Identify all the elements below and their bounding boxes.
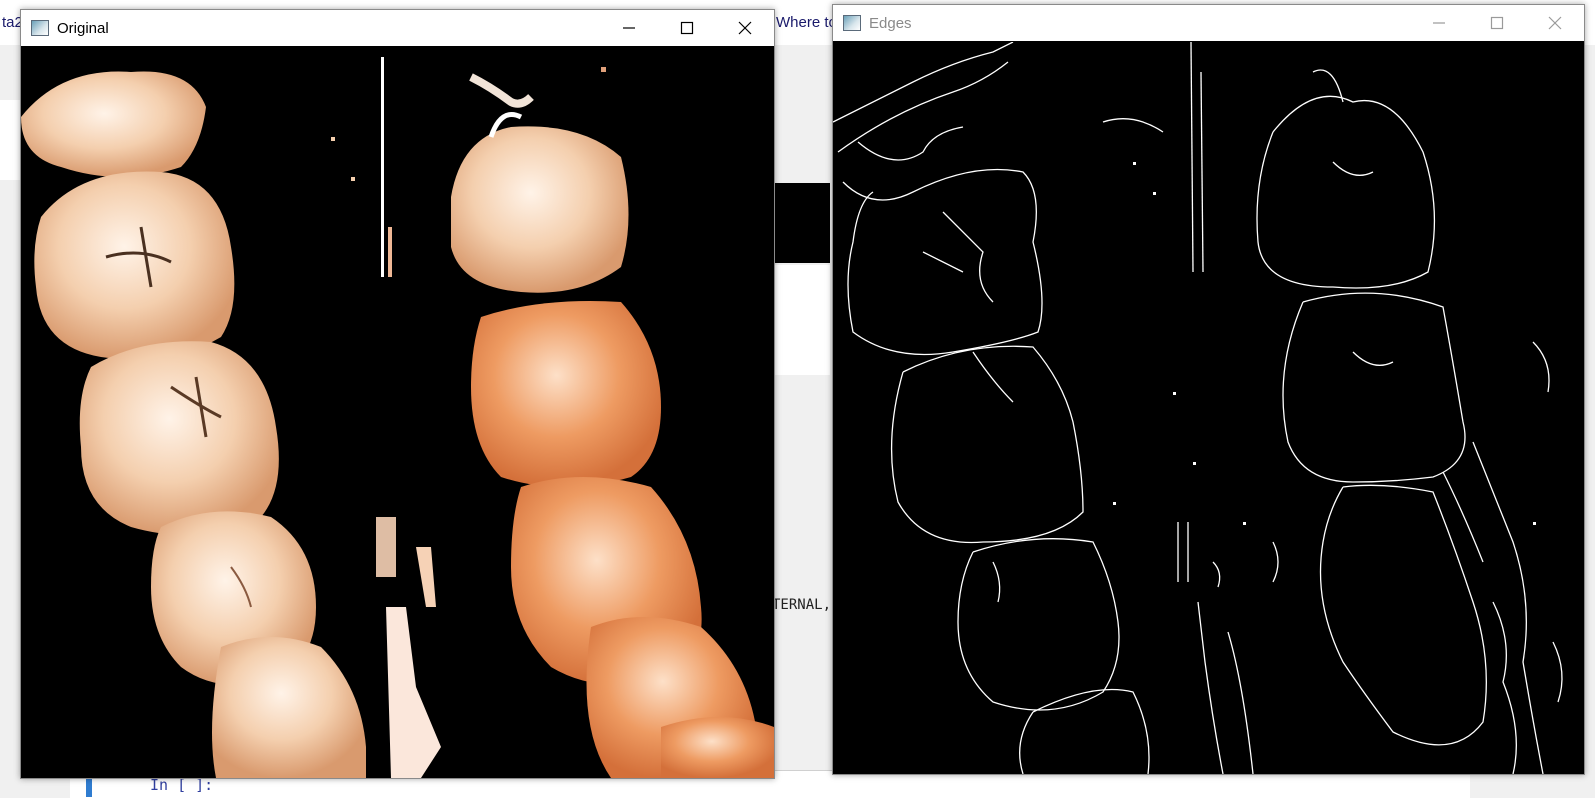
minimize-icon [1433,22,1445,24]
close-icon [1548,16,1562,30]
maximize-icon [680,21,694,35]
maximize-button[interactable] [1468,5,1526,41]
edges-image [833,42,1584,774]
edge-map-image [833,42,1584,774]
original-titlebar[interactable]: Original [21,10,774,46]
maximize-icon [1490,16,1504,30]
original-window[interactable]: Original [20,9,775,779]
teeth-photo [21,47,774,778]
edges-window[interactable]: Edges [832,4,1585,775]
maximize-button[interactable] [658,10,716,46]
minimize-button[interactable] [600,10,658,46]
close-button[interactable] [1526,5,1584,41]
edges-titlebar[interactable]: Edges [833,5,1584,41]
notebook-output-strip [770,183,830,263]
close-icon [738,21,752,35]
original-image [21,47,774,778]
browser-tab-right[interactable]: Where to [776,14,837,31]
notebook-panel-right [770,265,830,375]
close-button[interactable] [716,10,774,46]
notebook-code-fragment: TERNAL, [772,597,832,613]
app-icon [843,15,861,31]
app-icon [31,20,49,36]
edges-window-title: Edges [869,14,912,32]
minimize-button[interactable] [1410,5,1468,41]
original-window-title: Original [57,19,109,37]
minimize-icon [623,27,635,29]
